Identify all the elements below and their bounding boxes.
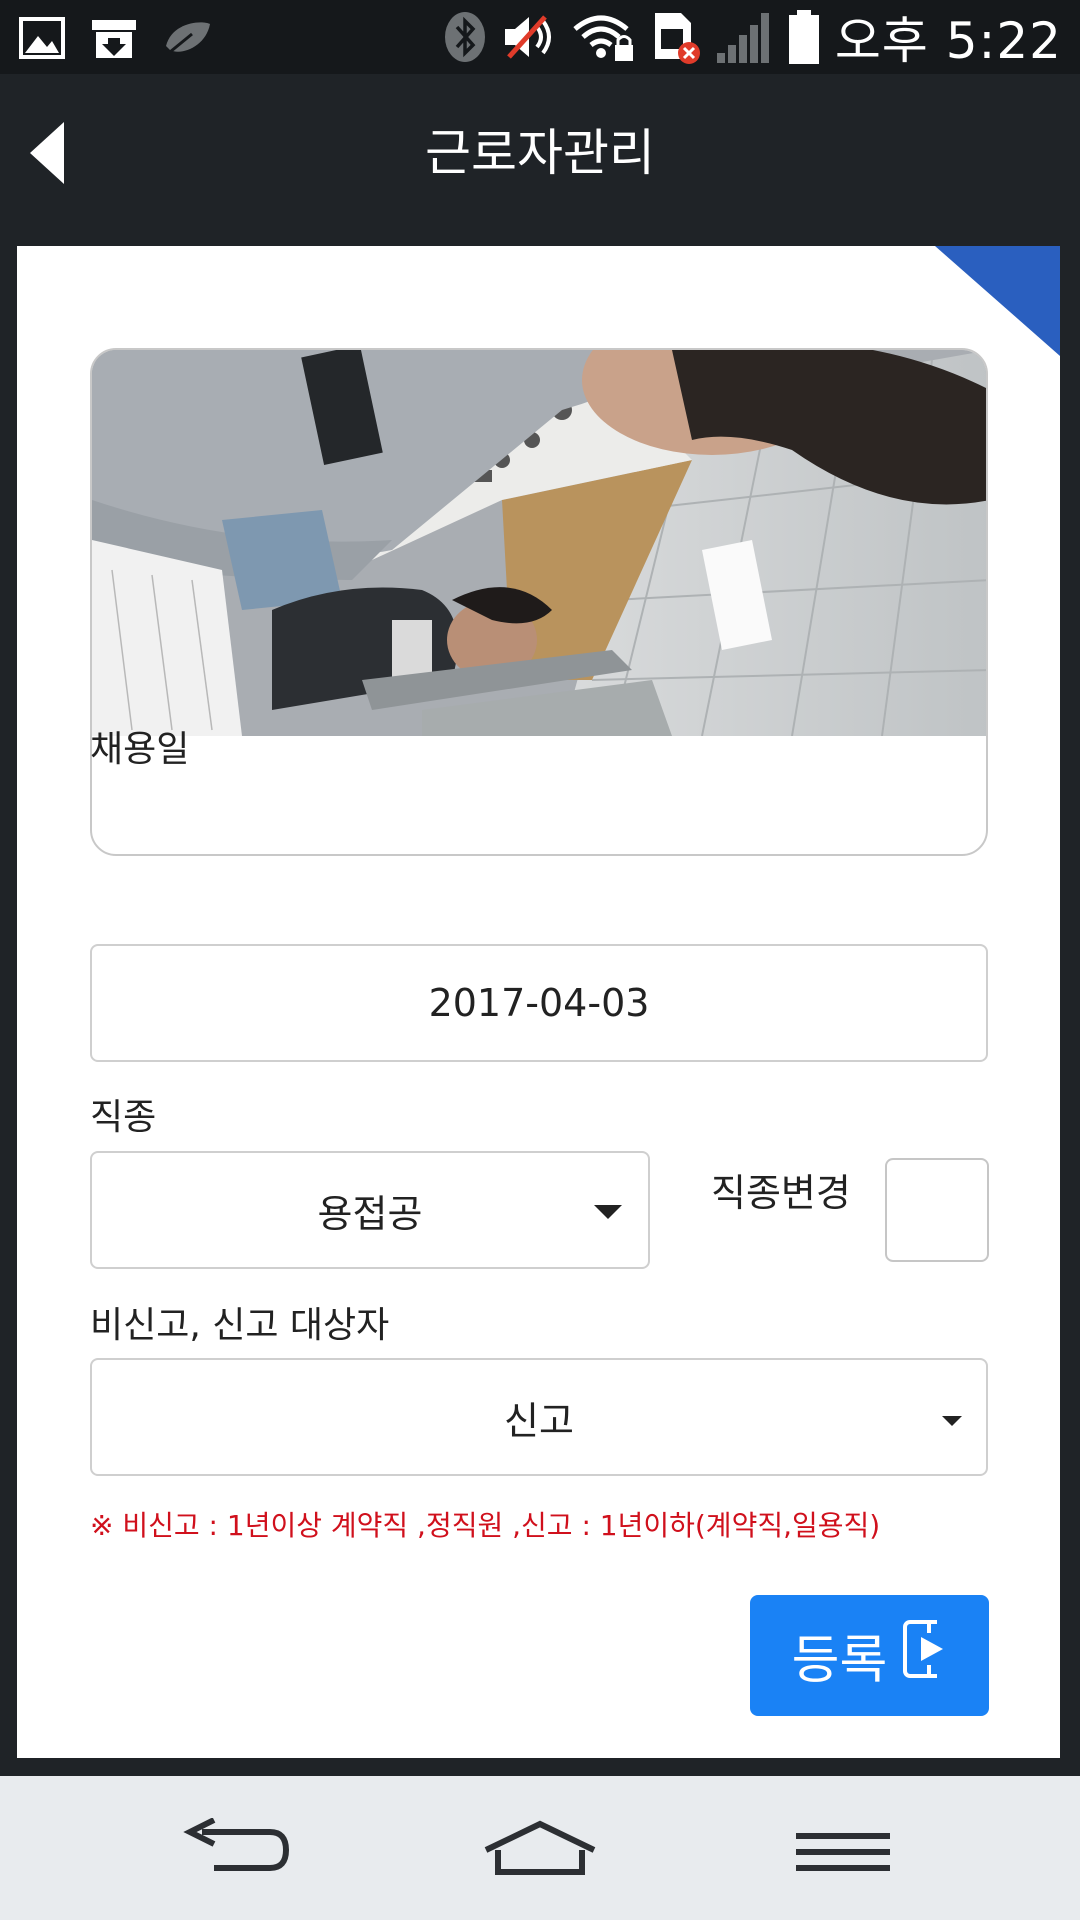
battery-icon — [787, 8, 821, 66]
hire-date-label: 채용일 — [90, 729, 190, 770]
job-type-value: 용접공 — [317, 1191, 423, 1236]
hire-date-field[interactable]: 2017-04-03 — [90, 944, 988, 1062]
signal-icon — [715, 9, 773, 65]
worker-form-card: 채용일 2017-04-03 직종 용접공 직종변경 비신고, 신고 대상자 신… — [17, 246, 1060, 1758]
system-nav-bar — [0, 1776, 1080, 1920]
job-change-label: 직종변경 — [711, 1171, 851, 1215]
menu-icon[interactable] — [780, 1818, 900, 1888]
register-button-label: 등록 — [791, 1631, 888, 1691]
chevron-down-icon — [942, 1416, 962, 1426]
bluetooth-icon — [443, 11, 487, 63]
back-nav-icon[interactable] — [180, 1817, 300, 1888]
job-type-select[interactable]: 용접공 — [90, 1151, 650, 1269]
door-enter-icon — [901, 1619, 950, 1692]
report-target-label: 비신고, 신고 대상자 — [90, 1305, 390, 1346]
leaf-icon — [162, 16, 214, 60]
chevron-down-icon — [594, 1205, 622, 1219]
app-header: 근로자관리 — [0, 74, 1080, 230]
gallery-icon — [18, 14, 66, 62]
download-icon — [88, 12, 140, 64]
page-title: 근로자관리 — [425, 124, 655, 182]
worker-photo-frame[interactable] — [90, 348, 988, 856]
report-notice: ※ 비신고 : 1년이상 계약직 ,정직원 ,신고 : 1년이하(계약직,일용직… — [90, 1509, 881, 1542]
job-change-checkbox[interactable] — [885, 1158, 989, 1262]
worker-photo — [92, 350, 986, 736]
job-type-label: 직종 — [90, 1097, 157, 1138]
mute-icon — [501, 11, 557, 63]
report-target-value: 신고 — [504, 1398, 574, 1443]
status-bar: 오후 5:22 — [0, 0, 1080, 74]
report-target-select[interactable]: 신고 — [90, 1358, 988, 1476]
wifi-lock-icon — [571, 11, 637, 63]
clock: 오후 5:22 — [834, 12, 1062, 70]
sim-error-icon — [651, 9, 701, 65]
corner-decoration — [935, 246, 1060, 356]
register-button[interactable]: 등록 — [750, 1595, 989, 1716]
home-icon[interactable] — [480, 1818, 600, 1888]
